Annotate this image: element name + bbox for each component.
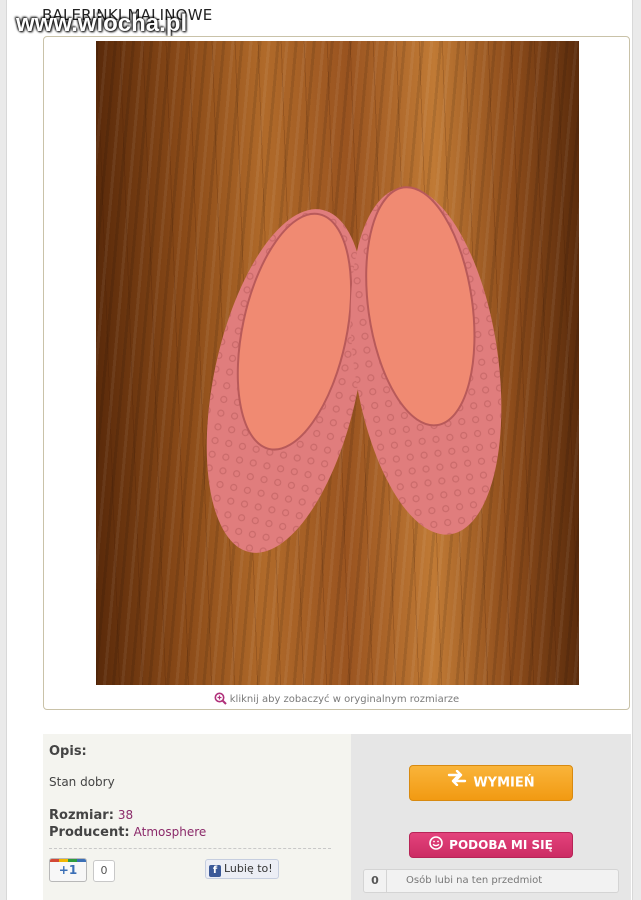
site-watermark: www.wiocha.pl: [16, 10, 188, 37]
likes-count: 0: [364, 870, 387, 892]
likes-counter: 0 Osób lubi na ten przedmiot: [363, 869, 619, 893]
exchange-label: WYMIEŃ: [473, 775, 535, 791]
google-plus-button[interactable]: +1: [49, 858, 87, 882]
description-text: Stan dobry: [49, 775, 115, 789]
divider: [49, 848, 331, 849]
facebook-like-label: Lubię to!: [224, 862, 273, 875]
producer-value[interactable]: Atmosphere: [134, 825, 207, 839]
producer-label: Producent:: [49, 825, 130, 840]
google-plus-color-bar: [50, 859, 86, 862]
facebook-like-button[interactable]: f Lubię to!: [205, 859, 279, 879]
description-label: Opis:: [49, 744, 87, 759]
exchange-button[interactable]: WYMIEŃ: [409, 765, 573, 801]
actions-panel: WYMIEŃ PODOBA MI SIĘ 0 Osób lubi na ten …: [351, 734, 631, 900]
google-plus-count: 0: [93, 860, 115, 882]
likes-text: Osób lubi na ten przedmiot: [406, 875, 543, 886]
photo-frame: kliknij aby zobaczyć w oryginalnym rozmi…: [43, 36, 630, 710]
product-photo[interactable]: [96, 41, 579, 685]
swap-arrows-icon: [447, 766, 467, 800]
right-scrollbar[interactable]: [632, 0, 641, 900]
shoes-illustration: [206, 186, 502, 553]
photo-caption-text: kliknij aby zobaczyć w oryginalnym rozmi…: [229, 694, 460, 705]
producer-row: Producent: Atmosphere: [49, 821, 206, 840]
zoom-in-icon: [214, 692, 227, 708]
google-plus-label: +1: [58, 863, 78, 877]
smiley-icon: [429, 834, 443, 858]
like-button[interactable]: PODOBA MI SIĘ: [409, 832, 573, 858]
left-border: [0, 0, 7, 900]
product-details: Opis: Stan dobry Rozmiar: 38 Producent: At…: [43, 734, 351, 900]
size-value[interactable]: 38: [118, 808, 133, 822]
like-label: PODOBA MI SIĘ: [449, 838, 553, 852]
right-shoe: [350, 186, 502, 535]
facebook-icon: f: [209, 865, 221, 877]
photo-caption-link[interactable]: kliknij aby zobaczyć w oryginalnym rozmi…: [44, 692, 629, 708]
